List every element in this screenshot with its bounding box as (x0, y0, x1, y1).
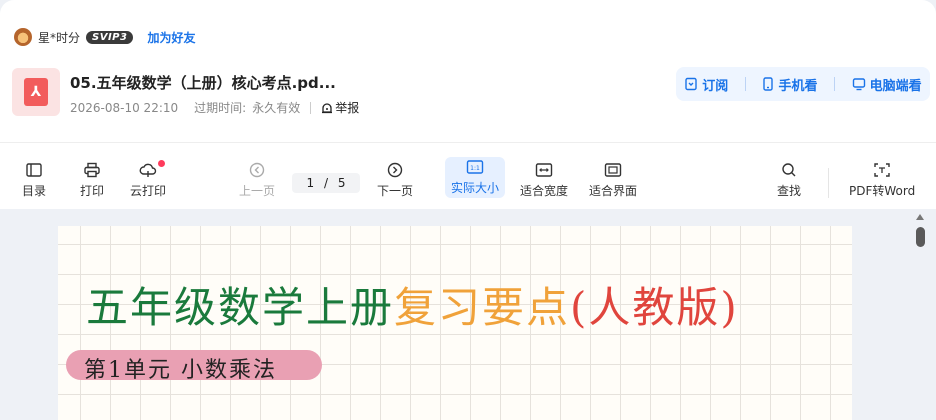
avatar[interactable] (14, 28, 32, 46)
toc-button[interactable]: 目录 (22, 162, 46, 199)
document-card: 星*时分 SVIP3 加为好友 ⅄ 05.五年级数学（上册）核心考点.pd...… (0, 0, 936, 420)
report-button[interactable]: 举报 (321, 99, 359, 116)
report-label: 举报 (335, 101, 360, 115)
file-title: 05.五年级数学（上册）核心考点.pd... (70, 74, 336, 92)
view-actions: 订阅 手机看 电脑端看 (676, 67, 930, 101)
subscribe-label: 订阅 (702, 78, 729, 94)
fit-width-icon (535, 163, 553, 177)
pdf-word-icon (874, 163, 890, 177)
cloud-print-label: 云打印 (130, 184, 167, 198)
arrow-left-icon (249, 162, 265, 178)
cloud-print-button[interactable]: 云打印 (130, 160, 167, 199)
heading-part-2: 复习要点 (394, 283, 571, 332)
subscribe-button[interactable]: 订阅 (684, 75, 728, 94)
prev-page-button[interactable]: 上一页 (239, 162, 275, 199)
scroll-up-arrow-icon[interactable] (916, 214, 924, 220)
pdf-to-word-label: PDF转Word (849, 184, 916, 198)
upload-date: 2026-08-10 22:10 (70, 100, 179, 115)
heading-part-3: (人教版) (570, 283, 739, 332)
toc-icon (26, 163, 42, 177)
pdf-file-icon: ⅄ (12, 68, 60, 116)
fit-width-label: 适合宽度 (520, 184, 569, 198)
print-label: 打印 (80, 184, 105, 198)
fit-page-icon (604, 163, 622, 177)
next-page-label: 下一页 (377, 184, 414, 198)
action-divider (744, 77, 746, 91)
pdf-to-word-button[interactable]: PDF转Word (849, 162, 915, 199)
actual-size-label: 实际大小 (451, 181, 500, 195)
find-button[interactable]: 查找 (777, 162, 801, 199)
scrollbar-thumb[interactable] (916, 227, 925, 247)
page-indicator[interactable]: 1 / 5 (292, 173, 360, 193)
unit-heading: 第1单元 小数乘法 (84, 358, 277, 383)
find-label: 查找 (777, 184, 802, 198)
add-friend-link[interactable]: 加为好友 (147, 29, 195, 46)
next-page-button[interactable]: 下一页 (377, 162, 413, 199)
prev-page-label: 上一页 (239, 184, 276, 198)
heading-part-1: 五年级数学上册 (86, 283, 395, 332)
expire-value: 永久有效 (252, 101, 301, 115)
document-heading: 五年级数学上册复习要点(人教版) (86, 274, 739, 335)
toc-label: 目录 (22, 184, 47, 198)
page-total: 5 (337, 176, 346, 190)
mobile-view-label: 手机看 (778, 78, 818, 94)
search-icon (782, 163, 796, 177)
actual-size-icon: 1:1 (466, 160, 484, 174)
notification-dot (158, 160, 165, 167)
arrow-right-icon (387, 162, 403, 178)
svg-text:1:1: 1:1 (470, 165, 480, 172)
actual-size-button[interactable]: 1:1 实际大小 (445, 157, 506, 198)
mobile-view-button[interactable]: 手机看 (762, 75, 817, 94)
fit-page-button[interactable]: 适合界面 (589, 162, 637, 199)
expire-label: 过期时间: (194, 101, 247, 115)
fit-width-button[interactable]: 适合宽度 (520, 162, 568, 199)
uploader-info: 星*时分 SVIP3 加为好友 (14, 28, 195, 46)
toolbar-divider (828, 168, 829, 198)
fit-page-label: 适合界面 (589, 184, 638, 198)
report-icon (322, 102, 333, 113)
meta-divider (310, 101, 312, 114)
desktop-view-button[interactable]: 电脑端看 (852, 75, 922, 94)
cloud-print-icon (139, 163, 157, 177)
page-current: 1 (306, 176, 315, 190)
vip-badge: SVIP3 (86, 30, 134, 44)
print-button[interactable]: 打印 (80, 162, 104, 199)
file-meta: 2026-08-10 22:10 过期时间: 永久有效 举报 (70, 99, 359, 116)
uploader-name[interactable]: 星*时分 (38, 29, 80, 46)
monitor-icon (852, 78, 865, 91)
printer-icon (84, 162, 100, 178)
phone-icon (763, 77, 774, 91)
desktop-view-label: 电脑端看 (869, 78, 922, 94)
action-divider (834, 77, 836, 91)
page-separator: / (323, 176, 329, 190)
bookmark-icon (685, 77, 697, 91)
pdf-glyph-icon: ⅄ (24, 78, 48, 106)
